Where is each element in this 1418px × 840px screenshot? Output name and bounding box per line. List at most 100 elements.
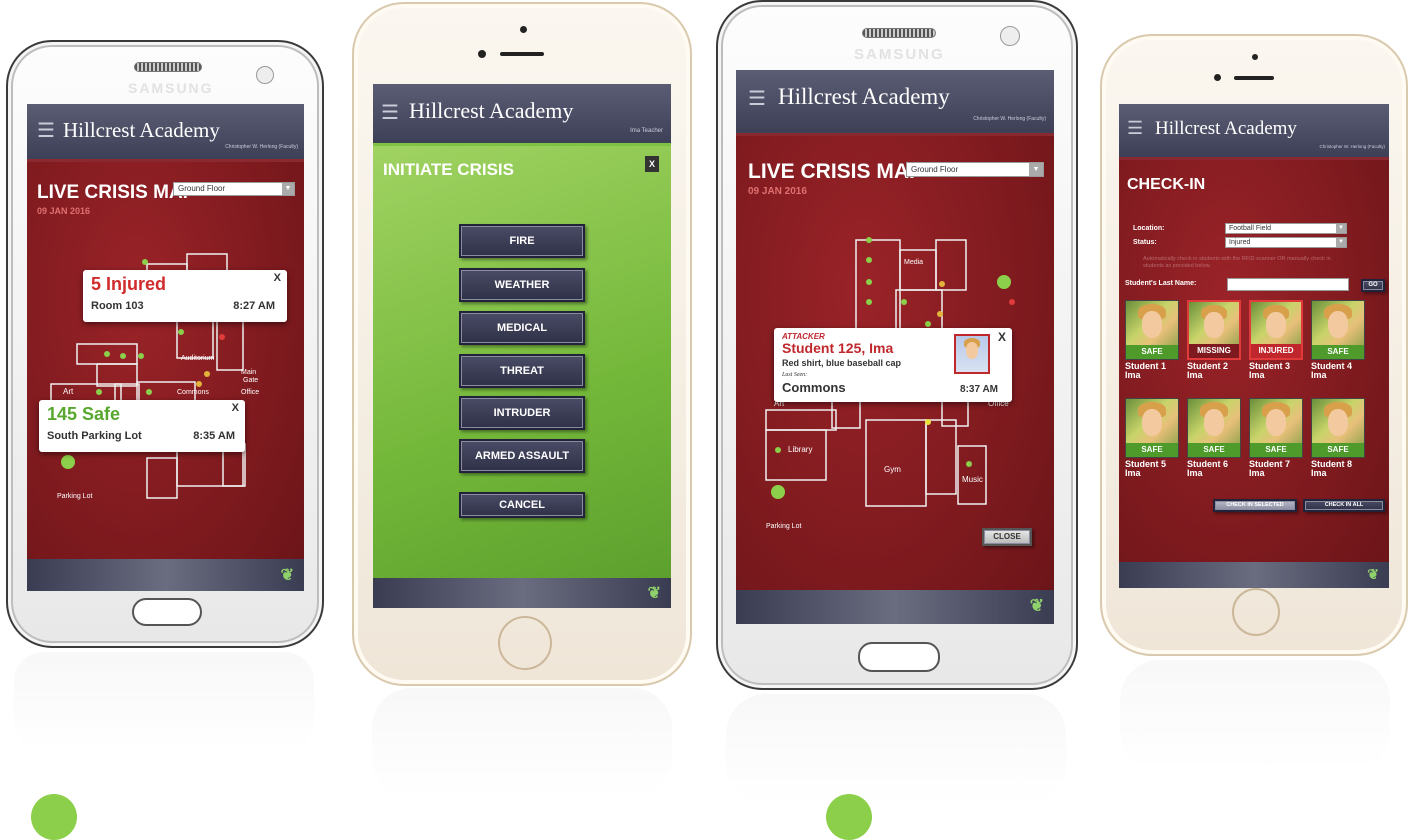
student-photo[interactable]: SAFE [1249, 398, 1303, 458]
crisis-button-weather[interactable]: WEATHER [459, 268, 585, 302]
injured-count: 5 Injured [91, 274, 167, 294]
safe-callout[interactable]: X 145 Safe South Parking Lot 8:35 AM [39, 400, 245, 452]
chevron-down-icon: ▼ [1029, 163, 1043, 176]
cancel-button[interactable]: CANCEL [459, 492, 585, 518]
map-date: 09 JAN 2016 [37, 206, 91, 216]
page-title: CHECK-IN [1127, 176, 1206, 193]
app-footer: ❦ [1119, 562, 1389, 588]
check-in-all-button[interactable]: CHECK IN ALL [1303, 499, 1385, 512]
app-title: Hillcrest Academy [1155, 118, 1297, 139]
home-button[interactable] [858, 642, 940, 672]
go-button[interactable]: GO [1361, 279, 1385, 292]
speaker-grille [862, 28, 936, 38]
student-photo[interactable]: MISSING [1187, 300, 1241, 360]
floor-select[interactable]: Ground Floor ▼ [173, 182, 295, 196]
close-icon[interactable]: X [232, 402, 239, 414]
room-label-parking: Parking Lot [766, 523, 801, 530]
student-photo[interactable]: SAFE [1311, 300, 1365, 360]
screen-check-in: ☰ Hillcrest Academy Christopher W. Herlo… [1119, 104, 1389, 588]
camera-dot [256, 66, 274, 84]
status-badge: SAFE [1312, 345, 1364, 359]
student-name: Student 1 Ima [1125, 361, 1167, 380]
status-badge: MISSING [1189, 344, 1239, 358]
user-name: Christopher W. Herlong (Faculty) [225, 144, 298, 150]
crisis-button-threat[interactable]: THREAT [459, 354, 585, 388]
crisis-button-fire[interactable]: FIRE [459, 224, 585, 258]
close-icon[interactable]: X [998, 330, 1006, 344]
brand-label: SAMSUNG [854, 46, 945, 63]
home-button[interactable] [132, 598, 202, 626]
check-in-selected-button[interactable]: CHECK IN SELECTED [1213, 499, 1297, 512]
student-name: Student 6 Ima [1187, 459, 1229, 478]
last-seen-time: 8:37 AM [960, 384, 998, 395]
app-title: Hillcrest Academy [409, 98, 574, 123]
reflection [726, 694, 1066, 804]
user-name: Christopher W. Herlong (Faculty) [1319, 144, 1385, 149]
student-photo[interactable]: SAFE [1311, 398, 1365, 458]
home-button[interactable] [498, 616, 552, 670]
status-select-value: Injured [1229, 239, 1251, 246]
attacker-name: Student 125, Ima [782, 340, 894, 356]
close-button[interactable]: CLOSE [982, 528, 1032, 546]
app-logo-icon: ❦ [280, 567, 294, 584]
crisis-button-armed-assault[interactable]: ARMED ASSAULT [459, 439, 585, 473]
app-title: Hillcrest Academy [63, 118, 220, 142]
app-logo-icon: ❦ [1029, 596, 1044, 615]
room-label-media: Media [904, 259, 923, 266]
hamburger-icon[interactable]: ☰ [1127, 118, 1143, 139]
home-button[interactable] [1232, 588, 1280, 636]
injured-callout[interactable]: X 5 Injured Room 103 8:27 AM [83, 270, 287, 322]
last-name-input[interactable] [1227, 278, 1349, 291]
safe-location: South Parking Lot [47, 430, 142, 442]
student-photo[interactable]: SAFE [1125, 398, 1179, 458]
page-title: LIVE CRISIS MAP [748, 160, 924, 183]
status-badge: SAFE [1126, 443, 1178, 457]
last-seen-location: Commons [782, 380, 846, 395]
app-footer: ❦ [736, 590, 1054, 624]
room-label-gym: Gym [884, 465, 901, 474]
header-rule [1119, 157, 1389, 160]
rfid-hint: Automatically check in students with the… [1143, 256, 1331, 269]
reflection [1120, 660, 1390, 770]
location-select[interactable]: Football Field ▼ [1225, 223, 1347, 234]
last-name-label: Student's Last Name: [1125, 280, 1197, 287]
status-select[interactable]: Injured ▼ [1225, 237, 1347, 248]
room-label-office: Office [241, 389, 259, 396]
student-photo[interactable]: SAFE [1187, 398, 1241, 458]
room-label-library: Library [788, 445, 812, 454]
room-label-art: Art [63, 387, 74, 396]
hamburger-icon[interactable]: ☰ [37, 118, 55, 143]
earpiece [1234, 76, 1274, 80]
student-photo[interactable]: SAFE [1125, 300, 1179, 360]
student-name: Student 5 Ima [1125, 459, 1167, 478]
screen-live-map-1: ☰ Hillcrest Academy Christopher W. Herlo… [27, 104, 304, 591]
close-icon[interactable]: X [274, 272, 281, 284]
app-footer: ❦ [373, 578, 671, 608]
room-label-auditorium: Auditorium [181, 355, 215, 362]
student-photo[interactable]: INJURED [1249, 300, 1303, 360]
attacker-description: Red shirt, blue baseball cap [782, 358, 902, 368]
camera-dot [1252, 54, 1258, 60]
floor-select-value: Ground Floor [178, 184, 226, 193]
crisis-button-medical[interactable]: MEDICAL [459, 311, 585, 345]
user-name: Christopher W. Herlong (Faculty) [973, 116, 1046, 122]
injured-location: Room 103 [91, 300, 144, 312]
room-label-main-gate: Main [241, 369, 256, 376]
sensor-dot [478, 50, 486, 58]
student-name: Student 3 Ima [1249, 361, 1291, 380]
floor-select[interactable]: Ground Floor ▼ [906, 162, 1044, 177]
safe-time: 8:35 AM [193, 430, 235, 442]
sensor-dot [1214, 74, 1221, 81]
map-date: 09 JAN 2016 [748, 186, 807, 197]
app-header: ☰ Hillcrest Academy Ima Teacher [373, 84, 671, 146]
status-label: Status: [1133, 239, 1157, 246]
attacker-callout[interactable]: X ATTACKER Student 125, Ima Red shirt, b… [774, 328, 1012, 402]
earpiece [500, 52, 544, 56]
crisis-button-intruder[interactable]: INTRUDER [459, 396, 585, 430]
location-select-value: Football Field [1229, 225, 1272, 232]
student-name: Student 4 Ima [1311, 361, 1353, 380]
hamburger-icon[interactable]: ☰ [381, 100, 399, 125]
brand-label: SAMSUNG [128, 80, 214, 96]
hamburger-icon[interactable]: ☰ [748, 86, 766, 111]
close-button[interactable]: X [645, 156, 659, 172]
